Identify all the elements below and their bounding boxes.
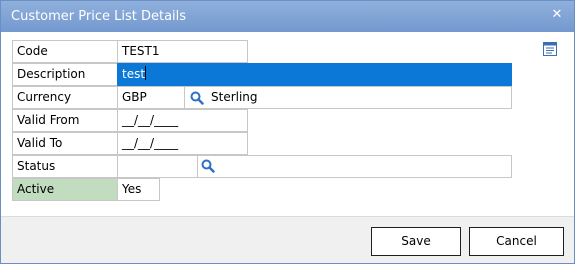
form-area: Code TEST1 Description test Currency GBP… xyxy=(1,32,574,216)
code-label: Code xyxy=(12,40,118,63)
cancel-button[interactable]: Cancel xyxy=(469,227,564,256)
customer-price-list-dialog: Customer Price List Details ✕ Code TEST1… xyxy=(0,0,575,264)
status-code-field[interactable] xyxy=(117,155,198,178)
active-field[interactable]: Yes xyxy=(117,178,160,201)
save-button[interactable]: Save xyxy=(371,227,461,256)
button-bar: Save Cancel xyxy=(1,216,574,263)
document-icon[interactable] xyxy=(542,41,558,57)
currency-search-icon[interactable] xyxy=(190,91,204,105)
code-field[interactable]: TEST1 xyxy=(117,40,248,63)
window-title: Customer Price List Details xyxy=(11,9,187,24)
currency-name-field[interactable]: Sterling xyxy=(184,86,512,109)
close-icon[interactable]: ✕ xyxy=(550,8,564,22)
currency-name: Sterling xyxy=(211,90,258,104)
active-label: Active xyxy=(12,178,118,201)
valid-from-field[interactable]: __/__/____ xyxy=(117,109,248,132)
description-label: Description xyxy=(12,63,118,86)
description-field[interactable]: test xyxy=(117,63,512,86)
valid-from-label: Valid From xyxy=(12,109,118,132)
currency-label: Currency xyxy=(12,86,118,109)
title-bar: Customer Price List Details ✕ xyxy=(1,1,574,32)
valid-to-label: Valid To xyxy=(12,132,118,155)
text-caret xyxy=(145,66,147,80)
status-search-icon[interactable] xyxy=(201,159,215,173)
status-label: Status xyxy=(12,155,118,178)
valid-to-field[interactable]: __/__/____ xyxy=(117,132,248,155)
currency-code-field[interactable]: GBP xyxy=(117,86,185,109)
description-value: test xyxy=(122,67,146,81)
status-name-field[interactable] xyxy=(197,155,512,178)
